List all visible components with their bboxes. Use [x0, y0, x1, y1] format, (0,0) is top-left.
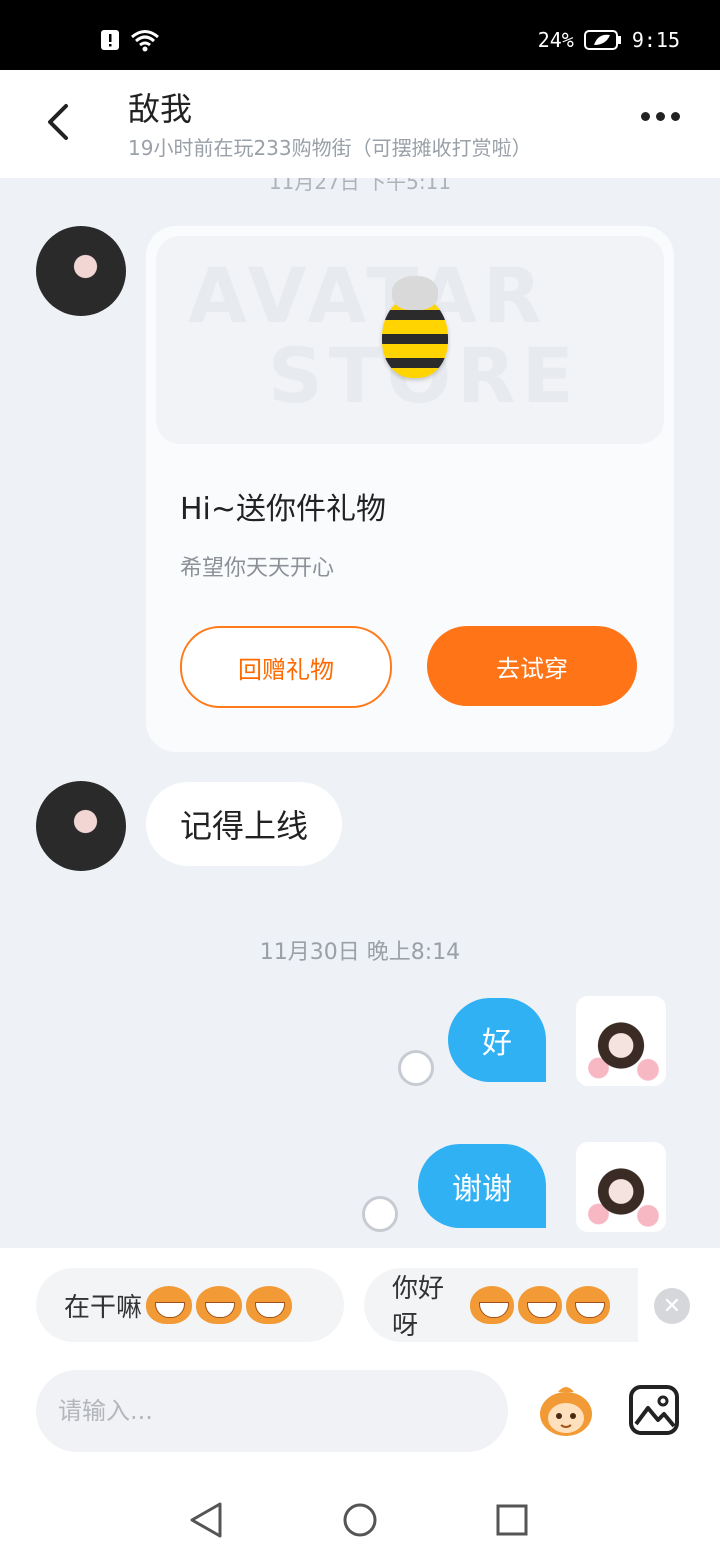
grinning-monkey-emoji-icon — [246, 1286, 293, 1324]
close-quick-replies-button[interactable]: ✕ — [654, 1288, 690, 1324]
grinning-monkey-emoji-icon — [196, 1286, 243, 1324]
more-options-button[interactable] — [641, 112, 680, 121]
user-avatar[interactable] — [576, 996, 666, 1086]
wifi-icon — [131, 30, 159, 52]
timestamp: 11月27日 下午5:11 — [268, 178, 452, 194]
contact-status: 19小时前在玩233购物街（可摆摊收打赏啦） — [128, 136, 532, 160]
smiling-monkey-emoji-icon — [470, 1286, 515, 1324]
smiling-monkey-emoji-icon — [566, 1286, 611, 1324]
outgoing-message-row: 谢谢 — [418, 1144, 546, 1228]
nav-home-icon[interactable] — [342, 1500, 378, 1540]
message-input[interactable] — [36, 1370, 508, 1452]
back-arrow-icon[interactable] — [40, 102, 80, 142]
emoji-picker-icon[interactable] — [536, 1382, 596, 1438]
status-bar: 24% 9:15 — [0, 0, 720, 70]
contact-name: 敌我 — [128, 90, 193, 128]
gift-card[interactable]: AVATAR STORE Hi~送你件礼物 希望你天天开心 回赠礼物 去试穿 — [146, 226, 674, 752]
clock: 9:15 — [631, 28, 680, 52]
quick-reply-text: 你好呀 — [392, 1274, 445, 1341]
grinning-monkey-emoji-icon — [146, 1286, 193, 1324]
notification-alert-icon — [101, 30, 119, 50]
nav-recents-icon[interactable] — [494, 1500, 530, 1540]
dot-icon — [671, 112, 680, 121]
image-picker-icon[interactable] — [628, 1384, 680, 1436]
composer-panel: 在干嘛 你好呀 ✕ — [0, 1248, 720, 1470]
system-navigation-bar — [0, 1470, 720, 1560]
dot-icon — [656, 112, 665, 121]
return-gift-button[interactable]: 回赠礼物 — [180, 626, 392, 708]
read-status-icon — [362, 1196, 398, 1232]
battery-percentage: 24% — [537, 28, 574, 52]
battery-icon — [583, 30, 621, 50]
gift-subtitle: 希望你天天开心 — [180, 556, 335, 581]
outgoing-message: 谢谢 — [418, 1144, 546, 1228]
contact-avatar[interactable] — [36, 781, 126, 871]
timestamp: 11月30日 晚上8:14 — [259, 940, 461, 965]
quick-reply-chip[interactable]: 在干嘛 — [36, 1268, 344, 1342]
bee-costume-image — [382, 276, 448, 378]
smiling-monkey-emoji-icon — [518, 1286, 563, 1324]
gift-title: Hi~送你件礼物 — [180, 492, 387, 527]
outgoing-message: 好 — [448, 998, 546, 1082]
user-avatar[interactable] — [576, 1142, 666, 1232]
nav-back-icon[interactable] — [188, 1500, 224, 1540]
message-list[interactable]: 11月27日 下午5:11 AVATAR STORE Hi~送你件礼物 希望你天… — [0, 178, 720, 1248]
contact-avatar[interactable] — [36, 226, 126, 316]
try-on-button[interactable]: 去试穿 — [427, 626, 637, 706]
incoming-message: 记得上线 — [146, 782, 343, 866]
quick-reply-chip[interactable]: 你好呀 — [364, 1268, 638, 1342]
outgoing-message-row: 好 — [448, 998, 546, 1082]
quick-reply-text: 在干嘛 — [64, 1292, 143, 1323]
dot-icon — [641, 112, 650, 121]
chat-header: 敌我 19小时前在玩233购物街（可摆摊收打赏啦） — [0, 70, 720, 178]
read-status-icon — [398, 1050, 434, 1086]
gift-banner: AVATAR STORE — [156, 236, 664, 444]
